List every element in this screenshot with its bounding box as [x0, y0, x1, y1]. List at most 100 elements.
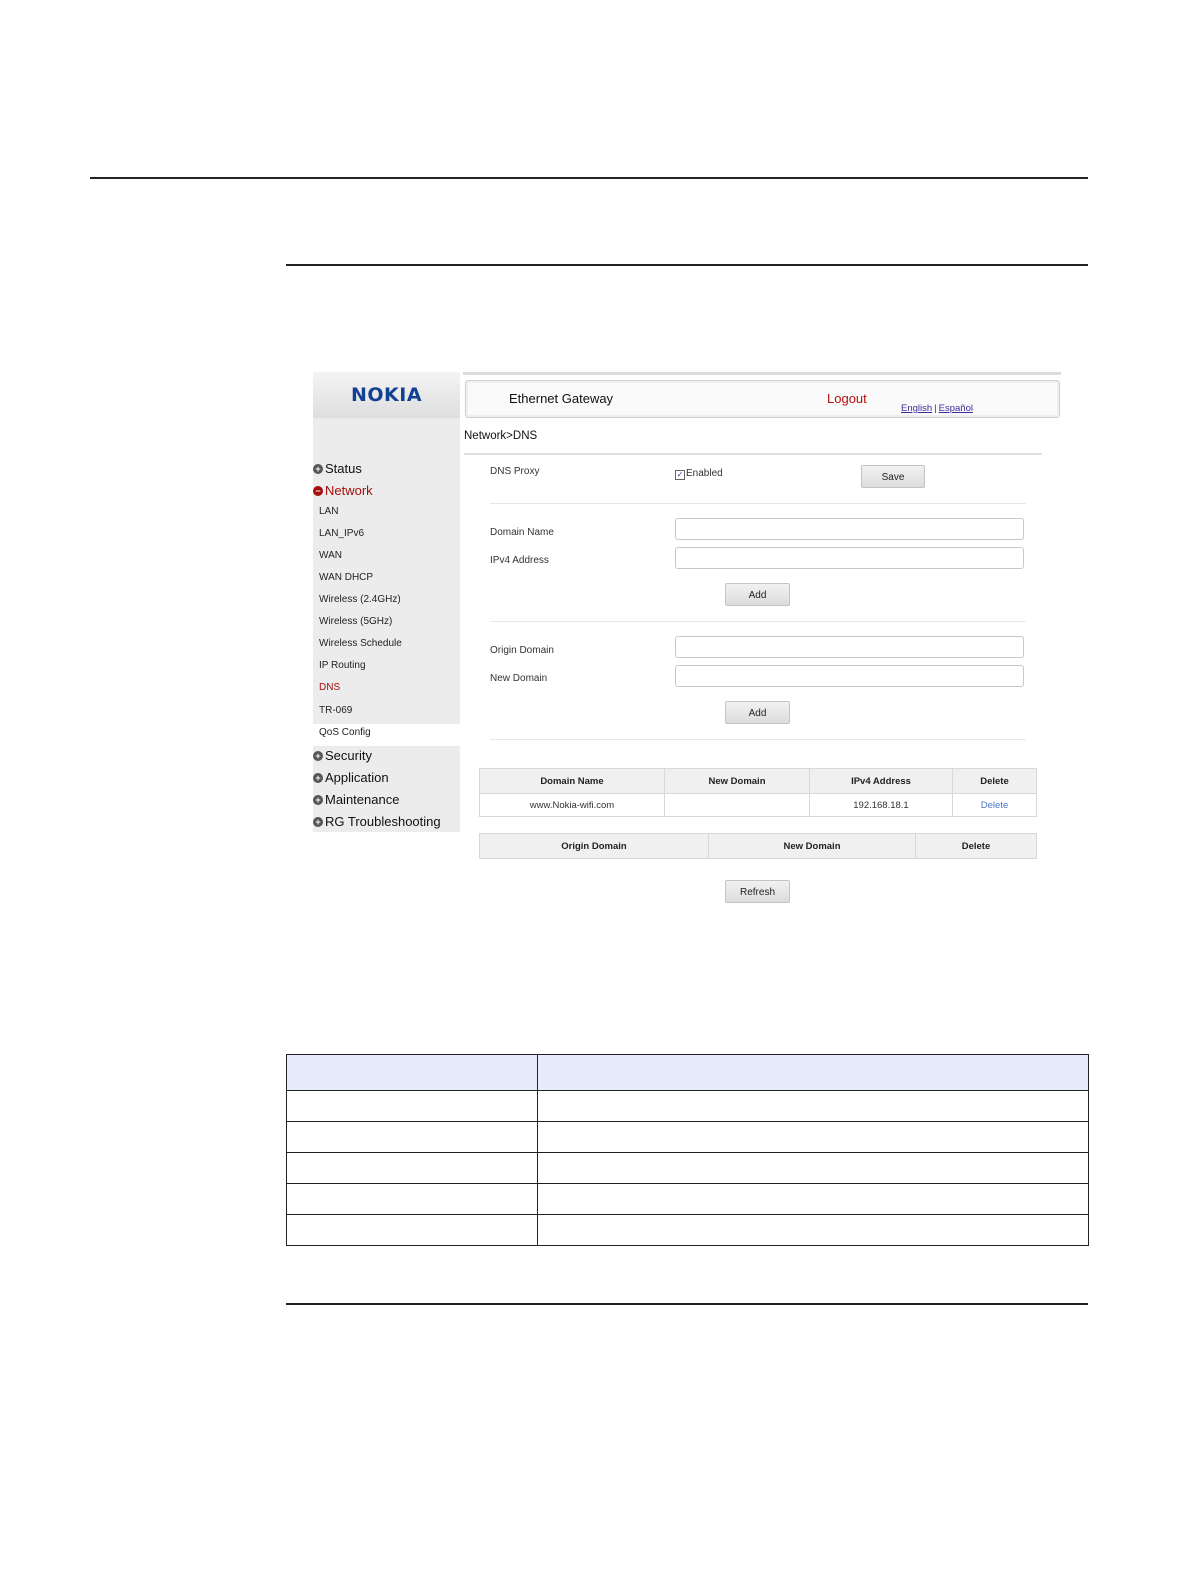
origin-domain-label: Origin Domain [490, 645, 554, 656]
cell-domain-name: www.Nokia-wifi.com [479, 793, 665, 817]
collapse-minus-icon: − [313, 486, 323, 496]
sidebar-item-wireless-24[interactable]: Wireless (2.4GHz) [319, 594, 401, 605]
table-row: www.Nokia-wifi.com 192.168.18.1 Delete [479, 793, 1037, 817]
table-cell [537, 1183, 1089, 1215]
table-cell [537, 1214, 1089, 1246]
sidebar-item-qos-config[interactable]: QoS Config [319, 727, 371, 738]
parameter-table [286, 1054, 1089, 1246]
sidebar-item-status[interactable]: + Status [313, 461, 362, 476]
column-header: New Domain [664, 768, 810, 794]
domain-name-input[interactable] [675, 518, 1024, 540]
table-cell [537, 1121, 1089, 1153]
sidebar-item-wireless-5[interactable]: Wireless (5GHz) [319, 616, 392, 627]
ipv4-address-label: IPv4 Address [490, 555, 549, 566]
sidebar-item-label: Security [325, 748, 372, 763]
new-domain-label: New Domain [490, 673, 548, 684]
table-header-row: Domain Name New Domain IPv4 Address Dele… [479, 768, 1037, 794]
dns-proxy-checkbox[interactable]: ✓ Enabled [675, 468, 723, 480]
cell-new-domain [664, 793, 810, 817]
table-header-row [286, 1054, 1089, 1091]
dns-host-table: Domain Name New Domain IPv4 Address Dele… [479, 768, 1037, 817]
logo-panel: NOKIA [313, 372, 460, 418]
expand-plus-icon: + [313, 751, 323, 761]
column-header: New Domain [708, 833, 916, 859]
sidebar: + Status − Network LAN LAN_IPv6 WAN WAN DH… [313, 418, 460, 832]
column-header: Origin Domain [479, 833, 709, 859]
logout-link[interactable]: Logout [827, 391, 867, 406]
table-row [286, 1214, 1089, 1246]
checkbox-label: Enabled [686, 468, 723, 479]
language-english-link[interactable]: English [901, 403, 932, 414]
column-header: Delete [915, 833, 1037, 859]
domain-name-label: Domain Name [490, 527, 554, 538]
sidebar-item-lan-ipv6[interactable]: LAN_IPv6 [319, 528, 364, 539]
table-cell [286, 1152, 538, 1184]
language-espanol-link[interactable]: Español [939, 403, 973, 414]
dns-rename-table: Origin Domain New Domain Delete [479, 833, 1037, 859]
sidebar-item-lan[interactable]: LAN [319, 506, 338, 517]
new-domain-input[interactable] [675, 665, 1024, 687]
section-bottom-rule [286, 1303, 1088, 1305]
add-rename-button[interactable]: Add [725, 701, 790, 724]
sidebar-item-label: Application [325, 770, 389, 785]
section-divider [490, 621, 1026, 622]
sidebar-item-application[interactable]: + Application [313, 770, 389, 785]
breadcrumb-divider [464, 453, 1042, 455]
sidebar-item-maintenance[interactable]: + Maintenance [313, 792, 399, 807]
table-cell [286, 1121, 538, 1153]
top-border [463, 372, 1061, 375]
section-divider [490, 503, 1026, 504]
sidebar-item-label: Maintenance [325, 792, 400, 807]
sidebar-item-label: Network [325, 483, 373, 498]
checkbox-checked-icon: ✓ [675, 470, 685, 480]
table-cell [286, 1214, 538, 1246]
table-cell [286, 1090, 538, 1122]
language-switcher: English | Español [901, 403, 973, 414]
sidebar-item-wireless-schedule[interactable]: Wireless Schedule [319, 638, 402, 649]
refresh-button[interactable]: Refresh [725, 880, 790, 903]
gateway-screenshot: NOKIA + Status − Network LAN LAN_IPv6 WAN … [313, 372, 1061, 912]
expand-plus-icon: + [313, 817, 323, 827]
nokia-logo: NOKIA [350, 384, 423, 406]
sidebar-item-ip-routing[interactable]: IP Routing [319, 660, 366, 671]
cell-delete: Delete [952, 793, 1037, 817]
add-host-button[interactable]: Add [725, 583, 790, 606]
table-row [286, 1183, 1089, 1215]
ipv4-address-input[interactable] [675, 547, 1024, 569]
table-row [286, 1090, 1089, 1122]
app-title: Ethernet Gateway [509, 391, 614, 406]
delete-link[interactable]: Delete [981, 800, 1008, 811]
column-header: Domain Name [479, 768, 665, 794]
dns-proxy-label: DNS Proxy [490, 466, 540, 477]
expand-plus-icon: + [313, 464, 323, 474]
breadcrumb: Network>DNS [464, 430, 538, 442]
language-separator: | [934, 403, 937, 414]
table-cell [537, 1152, 1089, 1184]
column-header: IPv4 Address [809, 768, 953, 794]
page-top-rule [90, 177, 1088, 179]
sidebar-item-network[interactable]: − Network [313, 483, 373, 498]
sidebar-item-security[interactable]: + Security [313, 748, 372, 763]
table-row [286, 1152, 1089, 1184]
column-header: Delete [952, 768, 1037, 794]
expand-plus-icon: + [313, 773, 323, 783]
sidebar-item-label: Status [325, 461, 362, 476]
sidebar-item-wan[interactable]: WAN [319, 550, 342, 561]
section-divider [490, 739, 1026, 740]
table-row [286, 1121, 1089, 1153]
sidebar-item-tr069[interactable]: TR-069 [319, 705, 352, 716]
section-rule [286, 264, 1088, 266]
sidebar-item-label: RG Troubleshooting [325, 814, 441, 829]
header-bar: Ethernet Gateway Logout English | Español [465, 380, 1060, 418]
cell-ipv4-address: 192.168.18.1 [809, 793, 953, 817]
table-cell [537, 1090, 1089, 1122]
save-button[interactable]: Save [861, 465, 925, 488]
origin-domain-input[interactable] [675, 636, 1024, 658]
expand-plus-icon: + [313, 795, 323, 805]
sidebar-item-rg-troubleshooting[interactable]: + RG Troubleshooting [313, 814, 441, 829]
sidebar-item-dns[interactable]: DNS [319, 682, 340, 693]
sidebar-item-wan-dhcp[interactable]: WAN DHCP [319, 572, 373, 583]
table-header-cell [537, 1054, 1089, 1091]
table-cell [286, 1183, 538, 1215]
table-header-cell [286, 1054, 538, 1091]
